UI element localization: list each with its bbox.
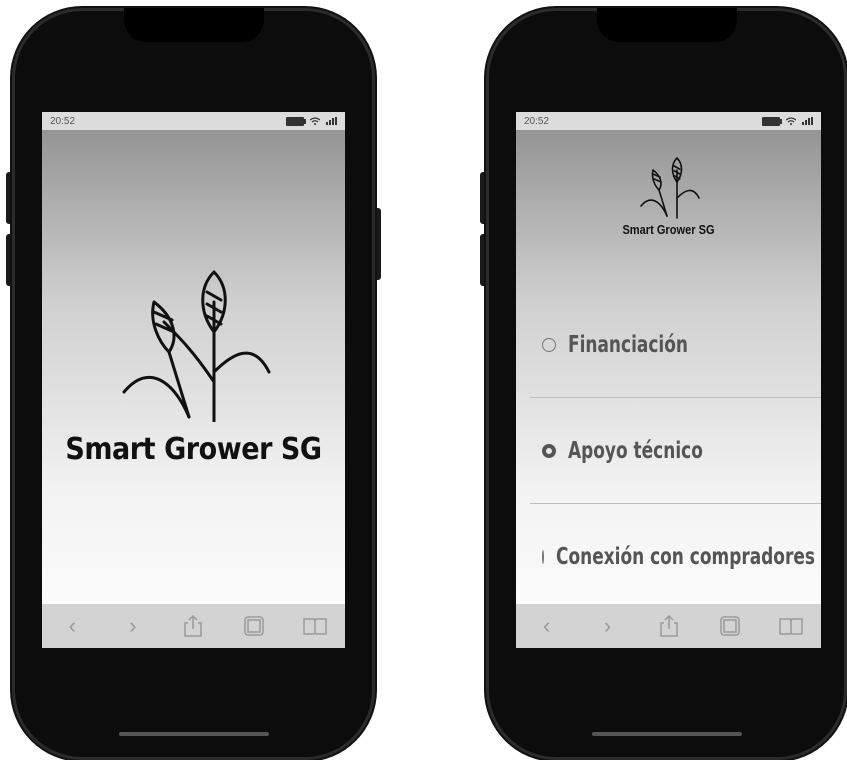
- notch: [123, 8, 264, 42]
- phone-frame: 20:52 Smart Grower SG Financiación Apoyo…: [486, 8, 847, 760]
- signal-icon: [802, 117, 813, 125]
- phone-splash: 20:52 Smart Grower SG ‹ ›: [6, 8, 381, 760]
- battery-icon: [762, 116, 782, 126]
- home-indicator: [591, 732, 742, 736]
- option-financiacion[interactable]: Financiación: [530, 292, 821, 398]
- option-label: Apoyo técnico: [568, 437, 703, 464]
- radio-unselected-icon[interactable]: [542, 550, 544, 564]
- bookmarks-icon[interactable]: [302, 614, 327, 638]
- tabs-icon[interactable]: [242, 614, 266, 638]
- status-time: 20:52: [524, 115, 550, 127]
- screen: 20:52 Smart Grower SG Financiación Apoyo…: [516, 112, 821, 648]
- phone-frame: 20:52 Smart Grower SG ‹ ›: [12, 8, 375, 760]
- share-icon[interactable]: [657, 614, 681, 638]
- forward-icon[interactable]: ›: [121, 613, 145, 638]
- wheat-logo-icon: [122, 270, 270, 422]
- forward-icon[interactable]: ›: [596, 613, 620, 638]
- options-menu: Financiación Apoyo técnico Conexión con …: [516, 292, 821, 610]
- signal-icon: [326, 117, 337, 125]
- brand-label: Smart Grower SG: [622, 222, 715, 237]
- screen: 20:52 Smart Grower SG ‹ ›: [42, 112, 345, 648]
- back-icon[interactable]: ‹: [60, 613, 84, 638]
- bookmarks-icon[interactable]: [778, 614, 803, 638]
- option-label: Financiación: [568, 331, 688, 358]
- option-conexion-compradores[interactable]: Conexión con compradores: [530, 504, 821, 610]
- status-bar: 20:52: [42, 112, 345, 130]
- share-icon[interactable]: [181, 614, 205, 638]
- home-indicator: [118, 732, 269, 736]
- tabs-icon[interactable]: [718, 614, 742, 638]
- radio-selected-icon[interactable]: [542, 443, 556, 458]
- wifi-icon: [786, 117, 796, 125]
- notch: [596, 8, 737, 42]
- radio-unselected-icon[interactable]: [542, 337, 556, 352]
- back-icon[interactable]: ‹: [535, 613, 559, 638]
- phone-menu: 20:52 Smart Grower SG Financiación Apoyo…: [480, 8, 847, 760]
- wifi-icon: [310, 117, 320, 125]
- wheat-logo-icon: [639, 157, 700, 219]
- status-time: 20:52: [50, 115, 76, 127]
- browser-toolbar: ‹ ›: [42, 604, 345, 648]
- browser-toolbar: ‹ ›: [516, 604, 821, 648]
- option-apoyo-tecnico[interactable]: Apoyo técnico: [530, 398, 821, 504]
- battery-icon: [286, 116, 306, 126]
- app-title: Smart Grower SG: [65, 432, 322, 467]
- option-label: Conexión con compradores: [556, 544, 815, 570]
- status-bar: 20:52: [516, 112, 821, 130]
